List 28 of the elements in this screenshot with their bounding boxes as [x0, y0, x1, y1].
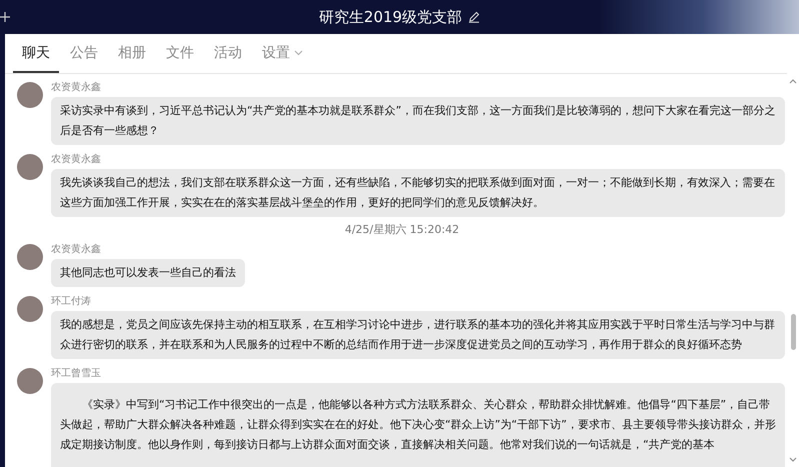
tab[interactable]: 设置 [253, 34, 312, 74]
add-icon[interactable] [0, 12, 10, 22]
caret-icon[interactable] [294, 50, 303, 56]
avatar[interactable] [17, 296, 43, 322]
timestamp: 4/25/星期六 15:20:42 [344, 222, 460, 238]
sender-name: 环工曾雪玉 [51, 367, 101, 380]
sender-name: 农资黄永鑫 [51, 242, 101, 256]
window-title: 研究生2019级党支部 [318, 8, 462, 26]
tab[interactable]: 相册 [109, 34, 155, 74]
sender-name: 农资黄永鑫 [51, 80, 101, 94]
avatar[interactable] [17, 82, 43, 108]
message-bubble: 我的感想是，党员之间应该先保持主动的相互联系，在互相学习讨论中进步，进行联系的基本功的强化并将其应用实践于平时日常生活与学习中与群众进行密切的联系，并在联系和为人民服务的过程中不断的总结而作用于进一步深度促进党员之间的互动学习，再作用于群众的良好循环态势 [51, 311, 785, 360]
avatar[interactable] [17, 244, 43, 270]
scroll-down-icon[interactable] [789, 457, 797, 463]
scroll-up-icon[interactable] [789, 78, 797, 84]
message-bubble: 其他同志也可以发表一些自己的看法 [51, 259, 245, 288]
tab[interactable]: 活动 [205, 34, 251, 74]
avatar[interactable] [17, 368, 43, 394]
message-bubble: 《实录》中写到“习书记工作中很突出的一点是，他能够以各种方式方法联系群众、关心群众，帮助群众排忧解难。他倡导“四下基层”，自己带头做起，帮助广大群众解决各种难题，让群众得到实实在在的好处。他下决心变“群众上访”为“干部下访”，要求市、县主要领导带头接访群众，并形成定期接访制度。他以身作则，每到接访日都与上访群众面对面交谈，直接解决相关问题。他常对我们说的一句话就是，“共产党的基本 [51, 383, 785, 467]
message-bubble: 采访实录中有谈到，习近平总书记认为“共产党的基本功就是联系群众”，而在我们支部，这一方面我们是比较薄弱的，想问下大家在看完这一部分之后是否有一些感想？ [51, 97, 785, 146]
sender-name: 农资黄永鑫 [51, 152, 101, 166]
tab[interactable]: 文件 [157, 34, 203, 74]
sender-name: 环工付涛 [51, 295, 91, 308]
tab[interactable]: 公告 [61, 34, 107, 74]
pencil-icon[interactable] [468, 11, 480, 23]
message-bubble: 我先谈谈我自己的想法，我们支部在联系群众这一方面，还有些缺陷，不能够切实的把联系做到面对面，一对一；不能做到长期，有效深入；需要在这些方面加强工作开展，实实在在的落实基层战斗堡垒的作用，更好的把同学们的意见反馈解决好。 [51, 169, 785, 218]
avatar[interactable] [17, 154, 43, 180]
tab[interactable]: 聊天 [13, 34, 59, 74]
